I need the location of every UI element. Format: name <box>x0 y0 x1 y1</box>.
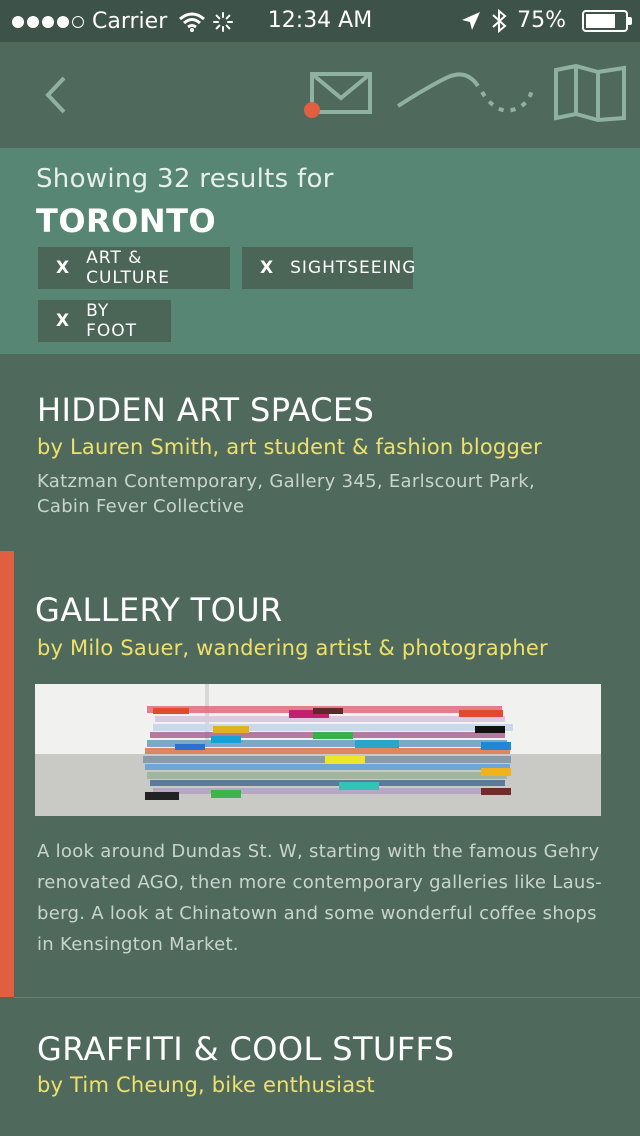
result-card-graffiti[interactable]: GRAFFITI & COOL STUFFS by Tim Cheung, bi… <box>0 998 640 1136</box>
result-card-hidden-art-spaces[interactable]: HIDDEN ART SPACES by Lauren Smith, art s… <box>0 355 640 551</box>
result-description: A look around Dundas St. W, starting wit… <box>37 841 603 955</box>
chip-label: BY FOOT <box>86 301 138 341</box>
remove-chip-icon[interactable]: X <box>56 258 70 278</box>
status-right: 75% <box>461 8 632 33</box>
battery-icon <box>582 9 632 32</box>
remove-chip-icon[interactable]: X <box>56 311 70 331</box>
results-count-text: Showing 32 results for <box>36 164 334 194</box>
result-title: GALLERY TOUR <box>35 591 283 629</box>
result-author: by Tim Cheung, bike enthusiast <box>37 1073 375 1097</box>
result-title: HIDDEN ART SPACES <box>37 391 375 429</box>
chevron-left-icon[interactable] <box>40 72 74 118</box>
route-icon[interactable] <box>396 66 536 130</box>
result-description: Katzman Contemporary, Gallery 345, Earls… <box>37 471 535 517</box>
chip-label: SIGHTSEEING <box>290 258 417 278</box>
remove-chip-icon[interactable]: X <box>260 258 274 278</box>
result-title: GRAFFITI & COOL STUFFS <box>37 1030 455 1068</box>
filter-chip-sightseeing[interactable]: X SIGHTSEEING <box>242 247 417 289</box>
selected-indicator <box>0 551 14 997</box>
filter-chip-art-culture[interactable]: X ART & CULTURE <box>38 247 230 289</box>
bluetooth-icon <box>492 8 507 33</box>
envelope-icon[interactable] <box>302 66 376 136</box>
status-bar: Carrier 12:34 AM 75% <box>0 0 640 42</box>
battery-percent: 75% <box>517 8 566 33</box>
city-title: TORONTO <box>36 202 217 240</box>
result-photo <box>35 684 601 816</box>
acrylic-sculpture-photo <box>35 684 601 816</box>
result-author: by Milo Sauer, wandering artist & photog… <box>37 636 548 660</box>
filter-chip-by-foot[interactable]: X BY FOOT <box>38 300 171 342</box>
battery-fill <box>586 13 615 28</box>
location-arrow-icon <box>462 11 481 30</box>
filter-panel: Showing 32 results for TORONTO X ART & C… <box>0 148 640 354</box>
nav-bar <box>0 42 640 148</box>
result-author: by Lauren Smith, art student & fashion b… <box>37 435 542 459</box>
result-card-gallery-tour[interactable]: GALLERY TOUR by Milo Sauer, wandering ar… <box>0 551 640 997</box>
map-icon[interactable] <box>552 64 628 124</box>
chip-label: ART & CULTURE <box>86 248 170 288</box>
